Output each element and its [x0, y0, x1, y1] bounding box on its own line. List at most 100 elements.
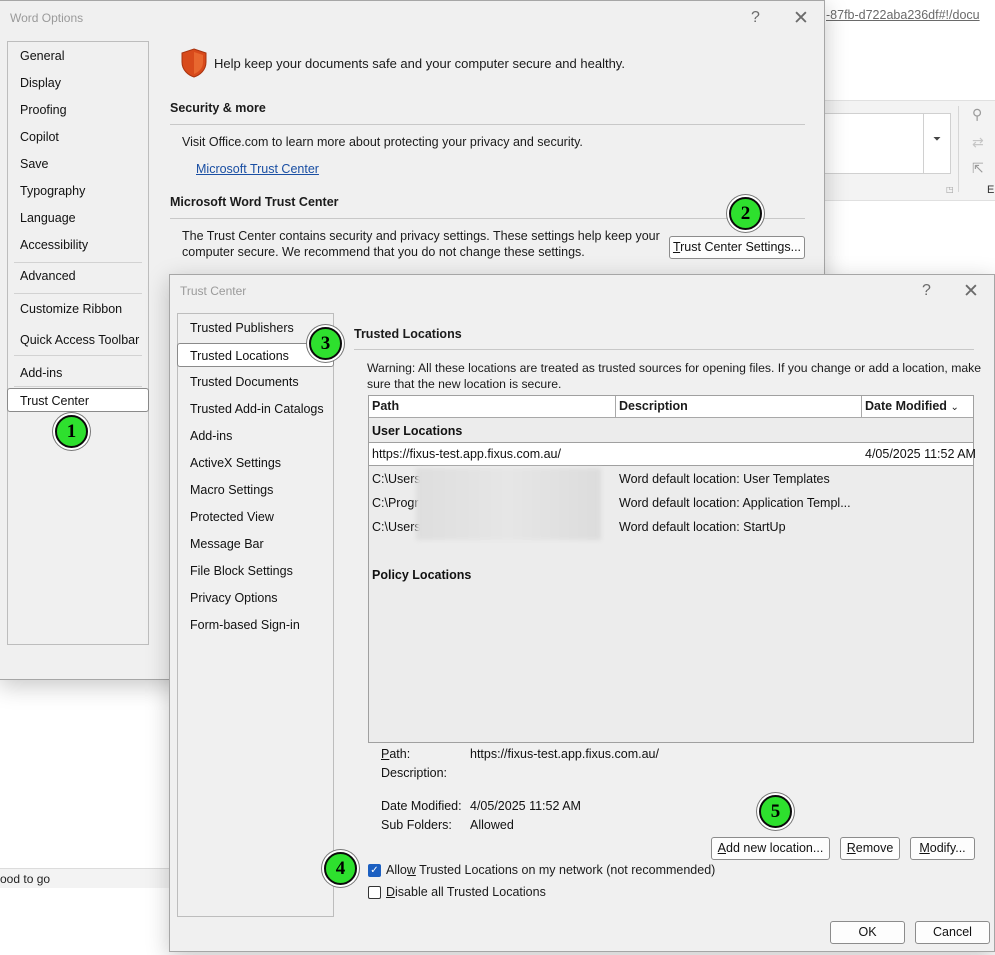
- replace-icon[interactable]: ⇄: [972, 134, 984, 151]
- nav-item-customize-ribbon[interactable]: Customize Ribbon: [8, 297, 148, 321]
- nav-item-accessibility[interactable]: Accessibility: [8, 233, 148, 257]
- table-header: Path Description Date Modified ⌄: [369, 396, 973, 418]
- nav-item-advanced[interactable]: Advanced: [8, 264, 148, 288]
- redacted-path-blur: [416, 468, 601, 540]
- user-locations-group-label: User Locations: [372, 424, 463, 438]
- options-header-text: Help keep your documents safe and your c…: [214, 56, 625, 71]
- trust-center-text-line2: computer secure. We recommend that you d…: [182, 245, 585, 259]
- sort-chevron-icon: ⌄: [950, 402, 959, 413]
- status-text: ood to go: [0, 872, 51, 886]
- nav-item-trusted-documents[interactable]: Trusted Documents: [178, 370, 333, 394]
- security-section-title: Security & more: [170, 101, 266, 115]
- nav-item-protected-view[interactable]: Protected View: [178, 505, 333, 529]
- warning-text-line2: sure that the new location is secure.: [367, 377, 562, 391]
- close-button[interactable]: ✕: [963, 280, 979, 303]
- nav-item-add-ins[interactable]: Add-ins: [8, 361, 148, 385]
- row-description: Word default location: User Templates: [619, 472, 830, 486]
- trust-center-dialog: Trust Center ? ✕ Trusted Publishers Trus…: [169, 274, 995, 952]
- button-label: dd new location...: [726, 841, 824, 855]
- nav-separator: [14, 262, 142, 263]
- nav-item-typography[interactable]: Typography: [8, 179, 148, 203]
- nav-item-message-bar[interactable]: Message Bar: [178, 532, 333, 556]
- column-header-label: Date Modified: [865, 399, 947, 413]
- step-marker-3: 3: [309, 327, 342, 360]
- find-icon[interactable]: ⚲: [972, 106, 982, 123]
- path-value: https://fixus-test.app.fixus.com.au/: [470, 747, 659, 761]
- disable-all-label[interactable]: Disable all Trusted Locations: [386, 885, 546, 899]
- cancel-button[interactable]: Cancel: [915, 921, 990, 944]
- help-button[interactable]: ?: [922, 282, 931, 300]
- nav-item-add-ins[interactable]: Add-ins: [178, 424, 333, 448]
- allow-network-checkbox[interactable]: ✓: [368, 864, 381, 877]
- label-text: ath:: [389, 747, 411, 761]
- row-description: Word default location: Application Templ…: [619, 496, 851, 510]
- dialog-launcher-icon[interactable]: ◳: [946, 185, 954, 194]
- column-header-description[interactable]: Description: [616, 396, 862, 417]
- accel-key: w: [406, 863, 416, 877]
- options-nav: General Display Proofing Copilot Save Ty…: [7, 41, 149, 645]
- add-new-location-button[interactable]: Add new location...: [711, 837, 830, 860]
- nav-item-file-block-settings[interactable]: File Block Settings: [178, 559, 333, 583]
- accel-key: A: [717, 841, 727, 855]
- nav-separator: [14, 355, 142, 356]
- close-button[interactable]: ✕: [793, 7, 809, 30]
- select-icon[interactable]: ⇱: [972, 160, 984, 177]
- nav-item-trusted-add-in-catalogs[interactable]: Trusted Add-in Catalogs: [178, 397, 333, 421]
- nav-item-quick-access-toolbar[interactable]: Quick Access Toolbar: [8, 328, 148, 352]
- table-row[interactable]: https://fixus-test.app.fixus.com.au/ 4/0…: [369, 442, 976, 466]
- nav-item-form-based-sign-in[interactable]: Form-based Sign-in: [178, 613, 333, 637]
- row-path: C:\Users: [372, 520, 421, 534]
- trust-center-section-title: Microsoft Word Trust Center: [170, 195, 339, 209]
- step-marker-1: 1: [55, 415, 88, 448]
- security-section-text: Visit Office.com to learn more about pro…: [182, 135, 583, 149]
- nav-item-macro-settings[interactable]: Macro Settings: [178, 478, 333, 502]
- nav-item-proofing[interactable]: Proofing: [8, 98, 148, 122]
- browser-url-fragment[interactable]: -87fb-d722aba236df#!/docu: [826, 8, 980, 22]
- step-marker-4: 4: [324, 852, 357, 885]
- ribbon-separator: [958, 106, 959, 192]
- accel-key: R: [846, 841, 856, 855]
- section-divider: [170, 124, 805, 125]
- nav-item-save[interactable]: Save: [8, 152, 148, 176]
- microsoft-trust-center-link[interactable]: Microsoft Trust Center: [196, 162, 319, 176]
- ribbon-group-label: E: [987, 184, 995, 196]
- row-description: Word default location: StartUp: [619, 520, 786, 534]
- path-label: Path:: [381, 747, 410, 761]
- row-path: C:\Progr: [372, 496, 419, 510]
- label-text: isable all Trusted Locations: [395, 885, 546, 899]
- nav-item-copilot[interactable]: Copilot: [8, 125, 148, 149]
- modify-button[interactable]: Modify...: [910, 837, 975, 860]
- column-header-path[interactable]: Path: [369, 396, 616, 417]
- row-date: 4/05/2025 11:52 AM: [865, 447, 976, 461]
- nav-item-display[interactable]: Display: [8, 71, 148, 95]
- styles-gallery[interactable]: [824, 113, 924, 174]
- date-modified-value: 4/05/2025 11:52 AM: [470, 799, 581, 813]
- sub-folders-label: Sub Folders:: [381, 818, 452, 832]
- disable-all-checkbox[interactable]: [368, 886, 381, 899]
- help-button[interactable]: ?: [751, 9, 760, 27]
- description-label: Description:: [381, 766, 447, 780]
- step-marker-5: 5: [759, 795, 792, 828]
- nav-item-privacy-options[interactable]: Privacy Options: [178, 586, 333, 610]
- dialog-title: Trust Center: [180, 284, 247, 298]
- sub-folders-value: Allowed: [470, 818, 514, 832]
- section-divider: [170, 218, 805, 219]
- nav-item-language[interactable]: Language: [8, 206, 148, 230]
- shield-icon: [180, 48, 208, 78]
- policy-locations-group-label: Policy Locations: [372, 568, 472, 582]
- trusted-locations-table: Path Description Date Modified ⌄ User Lo…: [368, 395, 976, 743]
- styles-gallery-expand-icon[interactable]: ⏷: [924, 113, 951, 174]
- column-header-date-modified[interactable]: Date Modified ⌄: [862, 396, 973, 417]
- status-bar: ood to go: [0, 868, 172, 888]
- button-label: odify...: [929, 841, 966, 855]
- ok-button[interactable]: OK: [830, 921, 905, 944]
- remove-button[interactable]: Remove: [840, 837, 900, 860]
- accel-key: M: [919, 841, 930, 855]
- nav-separator: [14, 293, 142, 294]
- trust-center-settings-button[interactable]: Trust Center Settings...: [669, 236, 805, 259]
- trust-center-nav: Trusted Publishers Trusted Locations Tru…: [177, 313, 334, 917]
- nav-item-trust-center[interactable]: Trust Center: [7, 388, 149, 412]
- nav-item-activex-settings[interactable]: ActiveX Settings: [178, 451, 333, 475]
- nav-item-general[interactable]: General: [8, 44, 148, 68]
- allow-network-label[interactable]: Allow Trusted Locations on my network (n…: [386, 863, 715, 877]
